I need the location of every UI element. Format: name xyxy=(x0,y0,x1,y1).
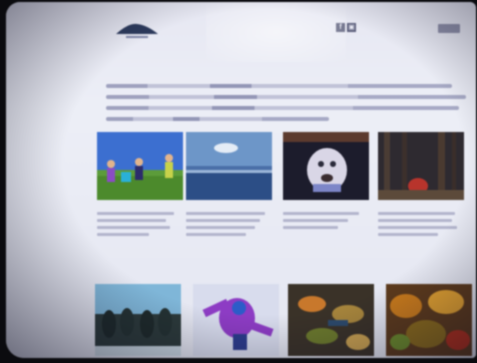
article-card[interactable] xyxy=(283,132,369,233)
card-thumbnail-image[interactable] xyxy=(288,284,374,356)
intro-text-line xyxy=(106,117,330,121)
card-thumbnail-image[interactable] xyxy=(193,284,279,356)
mountain-logo-icon[interactable] xyxy=(114,20,160,42)
card-thumbnail-image[interactable] xyxy=(386,284,472,356)
article-card[interactable] xyxy=(186,132,272,240)
search-input[interactable] xyxy=(372,24,412,31)
intro-text-line xyxy=(106,84,452,88)
article-card[interactable] xyxy=(95,284,181,358)
article-card[interactable] xyxy=(193,284,279,358)
article-card[interactable] xyxy=(378,132,464,240)
card-excerpt xyxy=(97,212,183,236)
card-excerpt xyxy=(378,212,464,236)
article-card[interactable] xyxy=(97,132,183,240)
card-thumbnail-image[interactable] xyxy=(283,132,369,200)
instagram-icon[interactable]: ▣ xyxy=(347,23,356,32)
social-links: f ▣ xyxy=(336,23,356,32)
intro-paragraph xyxy=(106,84,466,128)
card-thumbnail-image[interactable] xyxy=(95,284,181,356)
search-button[interactable] xyxy=(438,24,460,33)
intro-text-line xyxy=(106,106,459,110)
card-excerpt xyxy=(186,212,272,236)
main-nav xyxy=(100,50,472,64)
card-thumbnail-image[interactable] xyxy=(378,132,464,200)
article-card[interactable] xyxy=(288,284,374,358)
card-thumbnail-image[interactable] xyxy=(97,132,183,200)
card-thumbnail-image[interactable] xyxy=(186,132,272,200)
card-excerpt xyxy=(283,212,369,229)
facebook-icon[interactable]: f xyxy=(336,23,345,32)
intro-text-line xyxy=(106,95,466,99)
laptop-screen: f ▣ xyxy=(6,2,476,358)
article-card[interactable] xyxy=(386,284,472,358)
